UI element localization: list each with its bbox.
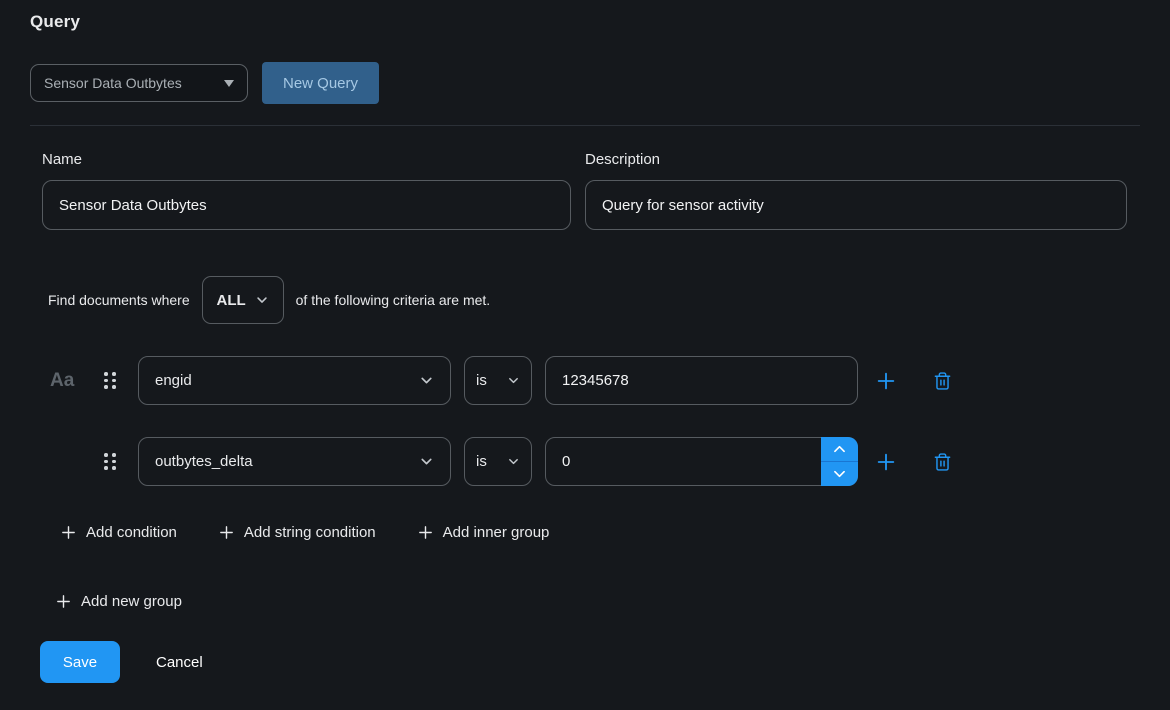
plus-icon [60, 524, 77, 541]
query-builder-page: Query Sensor Data Outbytes New Query Nam… [0, 0, 1170, 710]
add-links-row: Add condition Add string condition Add i… [60, 524, 1140, 541]
condition-value-input[interactable] [545, 356, 858, 405]
chevron-down-icon [507, 374, 520, 387]
add-group-row: Add new group [55, 593, 1140, 610]
intro-suffix-text: of the following criteria are met. [296, 292, 491, 308]
delete-condition-button[interactable] [927, 366, 957, 396]
spinner-down-button[interactable] [821, 462, 858, 486]
trash-icon [933, 452, 952, 472]
cancel-button[interactable]: Cancel [156, 654, 203, 671]
intro-prefix-text: Find documents where [48, 292, 190, 308]
delete-condition-button[interactable] [927, 447, 957, 477]
operator-select-value: is [476, 453, 487, 470]
chevron-down-icon [419, 373, 434, 388]
plus-icon [417, 524, 434, 541]
add-condition-inline-button[interactable] [871, 447, 901, 477]
chevron-up-icon [834, 445, 845, 453]
value-field-wrap [545, 437, 858, 486]
add-string-condition-button[interactable]: Add string condition [218, 524, 376, 541]
query-meta-form: Name Description [42, 151, 1140, 230]
add-string-condition-label: Add string condition [244, 524, 376, 541]
toolbar: Sensor Data Outbytes New Query [30, 62, 1140, 104]
save-button[interactable]: Save [40, 641, 120, 683]
chevron-down-icon [507, 455, 520, 468]
spinner-up-button[interactable] [821, 437, 858, 462]
plus-icon [55, 593, 72, 610]
footer-actions: Save Cancel [40, 641, 1140, 683]
condition-row: Aa engid is [30, 356, 1140, 405]
description-label: Description [585, 151, 1127, 168]
add-condition-button[interactable]: Add condition [60, 524, 177, 541]
add-new-group-label: Add new group [81, 593, 182, 610]
operator-select-value: is [476, 372, 487, 389]
plus-icon [875, 370, 897, 392]
criteria-intro: Find documents where ALL of the followin… [48, 276, 1140, 324]
drag-handle-icon[interactable] [104, 372, 138, 389]
value-field-wrap [545, 356, 858, 405]
chevron-down-icon [255, 293, 269, 307]
description-field-group: Description [585, 151, 1127, 230]
add-new-group-button[interactable]: Add new group [55, 593, 182, 610]
field-select-value: outbytes_delta [155, 453, 253, 470]
string-condition-icon[interactable]: Aa [50, 370, 74, 391]
field-select[interactable]: outbytes_delta [138, 437, 451, 486]
chevron-down-icon [419, 454, 434, 469]
match-mode-select[interactable]: ALL [202, 276, 284, 324]
name-label: Name [42, 151, 571, 168]
dropdown-triangle-icon [224, 80, 234, 87]
name-input[interactable] [42, 180, 571, 230]
operator-select[interactable]: is [464, 437, 532, 486]
plus-icon [218, 524, 235, 541]
trash-icon [933, 371, 952, 391]
new-query-button[interactable]: New Query [262, 62, 379, 104]
operator-select[interactable]: is [464, 356, 532, 405]
drag-handle-icon[interactable] [104, 453, 138, 470]
number-spinner [821, 437, 858, 486]
add-inner-group-button[interactable]: Add inner group [417, 524, 550, 541]
saved-query-select-value: Sensor Data Outbytes [44, 75, 182, 91]
chevron-down-icon [834, 470, 845, 478]
row-lead: Aa [30, 370, 104, 392]
add-inner-group-label: Add inner group [443, 524, 550, 541]
name-field-group: Name [42, 151, 571, 230]
field-select[interactable]: engid [138, 356, 451, 405]
divider [30, 125, 1140, 126]
field-select-value: engid [155, 372, 192, 389]
condition-row: outbytes_delta is [30, 437, 1140, 486]
match-mode-value: ALL [217, 292, 246, 309]
add-condition-inline-button[interactable] [871, 366, 901, 396]
condition-value-input[interactable] [545, 437, 858, 486]
page-title: Query [30, 12, 1140, 32]
saved-query-select[interactable]: Sensor Data Outbytes [30, 64, 248, 102]
plus-icon [875, 451, 897, 473]
add-condition-label: Add condition [86, 524, 177, 541]
description-input[interactable] [585, 180, 1127, 230]
